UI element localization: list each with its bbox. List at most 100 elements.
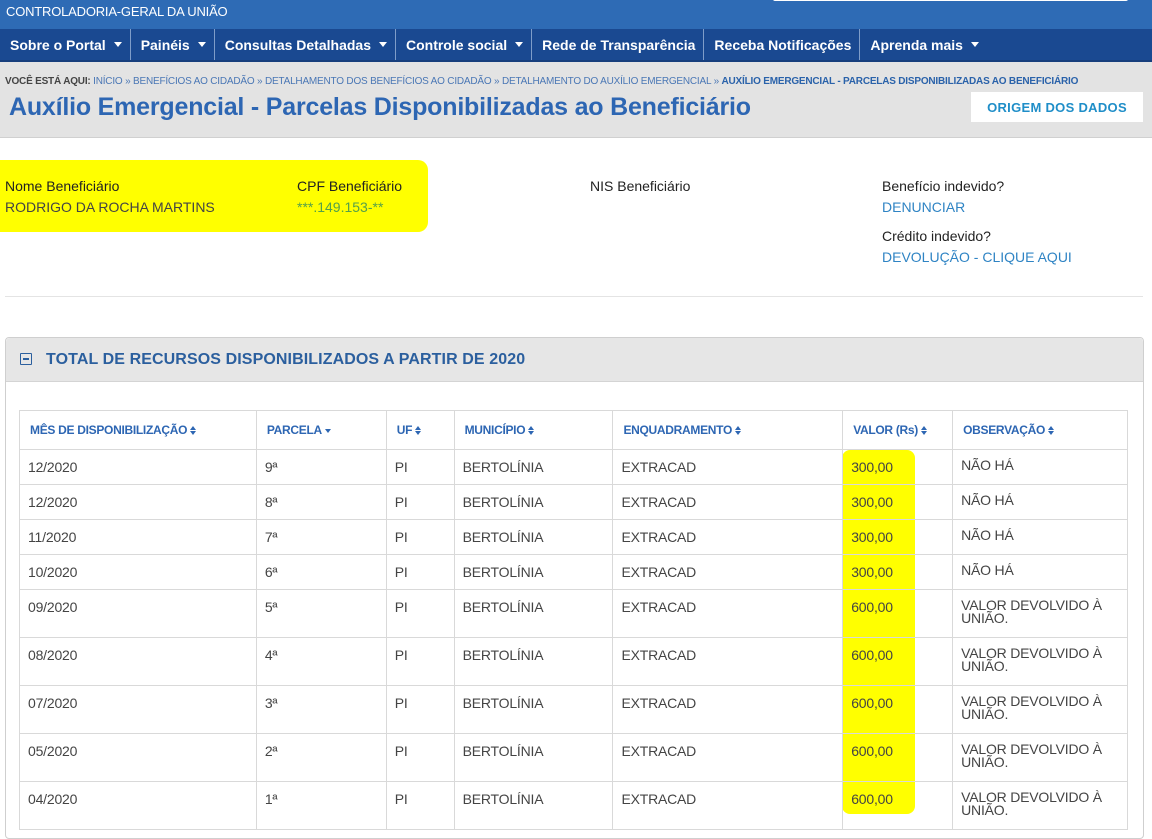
cell-valor: 600,00 [842,733,954,782]
table-row: 04/2020 1ª PI BERTOLÍNIA EXTRACAD 600,00 VALOR… [19,781,1128,830]
beneficiary-cpf-value: ***.149.153-** [297,199,384,215]
sort-arrows-icon[interactable] [920,426,927,436]
cell-municipio: BERTOLÍNIA [453,519,614,555]
cell-valor: 300,00 [842,484,954,520]
cell-enquadramento: EXTRACAD [612,554,844,590]
cell-obs: NÃO HÁ [952,519,1128,555]
cell-uf: PI [385,637,455,686]
col-uf[interactable]: UF [385,410,455,450]
table-row: 12/2020 9ª PI BERTOLÍNIA EXTRACAD 300,00 NÃO H… [19,449,1128,485]
page-header: VOCÊ ESTÁ AQUI: INÍCIO » BENEFÍCIOS AO C… [0,62,1152,138]
table-header-row: MÊS DE DISPONIBILIZAÇÃO PARCELA UF MUNIC… [19,410,1128,450]
origem-dos-dados-button[interactable]: ORIGEM DOS DADOS [971,92,1143,122]
cell-mes: 12/2020 [19,449,257,485]
panel-title: TOTAL DE RECURSOS DISPONIBILIZADOS A PAR… [46,351,526,368]
page-title: Auxílio Emergencial - Parcelas Disponibi… [9,93,751,121]
cell-uf: PI [385,733,455,782]
nav-receba-notificacoes[interactable]: Receba Notificações [704,29,861,60]
cell-obs: VALOR DEVOLVIDO À UNIÃO. [952,685,1128,734]
nav-paineis[interactable]: Painéis [131,29,215,60]
col-enquadramento[interactable]: ENQUADRAMENTO [612,410,844,450]
nav-controle-social[interactable]: Controle social [396,29,533,60]
divider [5,296,1143,297]
cell-valor: 300,00 [842,449,954,485]
nav-rede-de-transparencia[interactable]: Rede de Transparência [532,29,705,60]
col-label: MÊS DE DISPONIBILIZAÇÃO [30,423,188,437]
nav-consultas-detalhadas[interactable]: Consultas Detalhadas [215,29,396,60]
cell-mes: 05/2020 [19,733,257,782]
cell-valor: 300,00 [842,554,954,590]
cell-enquadramento: EXTRACAD [612,449,844,485]
cell-mes: 09/2020 [19,589,257,638]
col-observacao[interactable]: OBSERVAÇÃO [952,410,1128,450]
cell-valor: 600,00 [842,637,954,686]
cell-parcela: 9ª [255,449,387,485]
breadcrumb-item[interactable]: BENEFÍCIOS AO CIDADÃO [133,76,255,87]
cell-obs: NÃO HÁ [952,449,1128,485]
col-label: VALOR (Rs) [853,423,918,437]
cell-municipio: BERTOLÍNIA [453,449,614,485]
cell-municipio: BERTOLÍNIA [453,733,614,782]
cell-municipio: BERTOLÍNIA [453,484,614,520]
nav-label: Consultas Detalhadas [224,36,371,53]
cell-municipio: BERTOLÍNIA [453,781,614,830]
nav-label: Painéis [140,36,190,53]
nav-label: Sobre o Portal [10,36,106,53]
beneficiary-nis-label: NIS Beneficiário [590,178,691,194]
cell-parcela: 8ª [255,484,387,520]
cell-enquadramento: EXTRACAD [612,685,844,734]
parcelas-table: MÊS DE DISPONIBILIZAÇÃO PARCELA UF MUNIC… [19,410,1128,830]
beneficio-indevido-label: Benefício indevido? [882,178,1005,194]
sort-down-icon[interactable] [324,428,331,433]
cell-obs: NÃO HÁ [952,554,1128,590]
beneficiary-name-label: Nome Beneficiário [5,178,120,194]
col-label: OBSERVAÇÃO [963,423,1046,437]
cell-valor: 600,00 [842,781,954,830]
col-label: UF [396,423,413,437]
cell-parcela: 1ª [255,781,387,830]
cell-valor: 600,00 [842,685,954,734]
table-row: 10/2020 6ª PI BERTOLÍNIA EXTRACAD 300,00 NÃO H… [19,554,1128,590]
nav-label: Rede de Transparência [542,36,696,53]
cell-uf: PI [385,449,455,485]
cell-valor: 300,00 [842,519,954,555]
col-municipio[interactable]: MUNICÍPIO [453,410,614,450]
minus-square-icon[interactable] [20,353,32,365]
devolucao-link[interactable]: DEVOLUÇÃO - CLIQUE AQUI [882,249,1072,265]
table-row: 12/2020 8ª PI BERTOLÍNIA EXTRACAD 300,00 NÃO H… [19,484,1128,520]
cell-mes: 11/2020 [19,519,257,555]
cell-mes: 04/2020 [19,781,257,830]
cell-obs: VALOR DEVOLVIDO À UNIÃO. [952,733,1128,782]
cell-mes: 07/2020 [19,685,257,734]
cell-parcela: 7ª [255,519,387,555]
cell-enquadramento: EXTRACAD [612,519,844,555]
cell-uf: PI [385,589,455,638]
main-nav: Sobre o Portal Painéis Consultas Detalha… [0,29,1152,62]
sort-arrows-icon[interactable] [1048,426,1055,436]
table-row: 11/2020 7ª PI BERTOLÍNIA EXTRACAD 300,00 NÃO H… [19,519,1128,555]
breadcrumb-item[interactable]: DETALHAMENTO DOS BENEFÍCIOS AO CIDADÃO [265,76,492,87]
sort-arrows-icon[interactable] [415,426,422,436]
breadcrumb-item[interactable]: INÍCIO [93,76,123,87]
nav-aprenda-mais[interactable]: Aprenda mais [860,29,987,60]
cell-mes: 08/2020 [19,637,257,686]
nav-label: Receba Notificações [714,36,852,53]
cell-uf: PI [385,685,455,734]
cell-obs: VALOR DEVOLVIDO À UNIÃO. [952,637,1128,686]
col-mes[interactable]: MÊS DE DISPONIBILIZAÇÃO [19,410,257,450]
cell-obs: NÃO HÁ [952,484,1128,520]
top-bar: CONTROLADORIA-GERAL DA UNIÃO [0,0,1152,29]
cell-valor: 600,00 [842,589,954,638]
nav-label: Controle social [405,36,508,53]
sort-arrows-icon[interactable] [528,426,535,436]
breadcrumb-item[interactable]: DETALHAMENTO DO AUXÍLIO EMERGENCIAL [502,76,711,87]
sort-arrows-icon[interactable] [190,426,197,436]
nav-sobre-o-portal[interactable]: Sobre o Portal [0,29,131,60]
denunciar-link[interactable]: DENUNCIAR [882,199,965,215]
search-input[interactable] [773,0,1128,1]
col-valor[interactable]: VALOR (Rs) [842,410,954,450]
cell-municipio: BERTOLÍNIA [453,589,614,638]
panel-header[interactable]: TOTAL DE RECURSOS DISPONIBILIZADOS A PAR… [6,338,1143,382]
sort-arrows-icon[interactable] [735,426,741,436]
col-parcela[interactable]: PARCELA [255,410,387,450]
